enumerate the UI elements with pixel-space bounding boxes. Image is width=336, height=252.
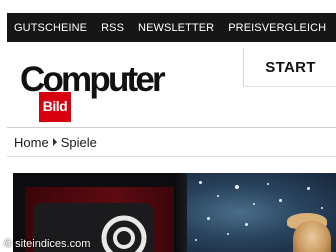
watermark-text: © siteindices.com <box>4 238 91 250</box>
header-divider <box>7 127 336 128</box>
nav-link-newsletter[interactable]: NEWSLETTER <box>131 13 221 42</box>
nav-link-rss[interactable]: RSS <box>94 13 131 42</box>
nav-link-preisvergleich[interactable]: PREISVERGLEICH <box>221 13 333 42</box>
person-figure <box>293 221 331 252</box>
start-button[interactable]: START <box>243 48 336 87</box>
breadcrumb-home[interactable]: Home <box>14 135 49 150</box>
nav-link-gutscheine[interactable]: GUTSCHEINE <box>7 13 94 42</box>
banner-stripe <box>174 173 188 252</box>
top-bar: GUTSCHEINE RSS NEWSLETTER PREISVERGLEICH… <box>0 0 336 50</box>
computer-bild-logo[interactable]: Computer Bild <box>20 60 180 122</box>
logo-sub: Bild <box>42 98 68 114</box>
content-divider <box>7 156 336 157</box>
breadcrumb: Home Spiele <box>14 133 97 151</box>
breadcrumb-spiele[interactable]: Spiele <box>61 135 97 150</box>
steam-icon <box>101 215 147 252</box>
top-navigation: GUTSCHEINE RSS NEWSLETTER PREISVERGLEICH… <box>7 13 336 42</box>
winter-photo <box>187 173 336 252</box>
triangle-right-icon <box>52 138 57 146</box>
